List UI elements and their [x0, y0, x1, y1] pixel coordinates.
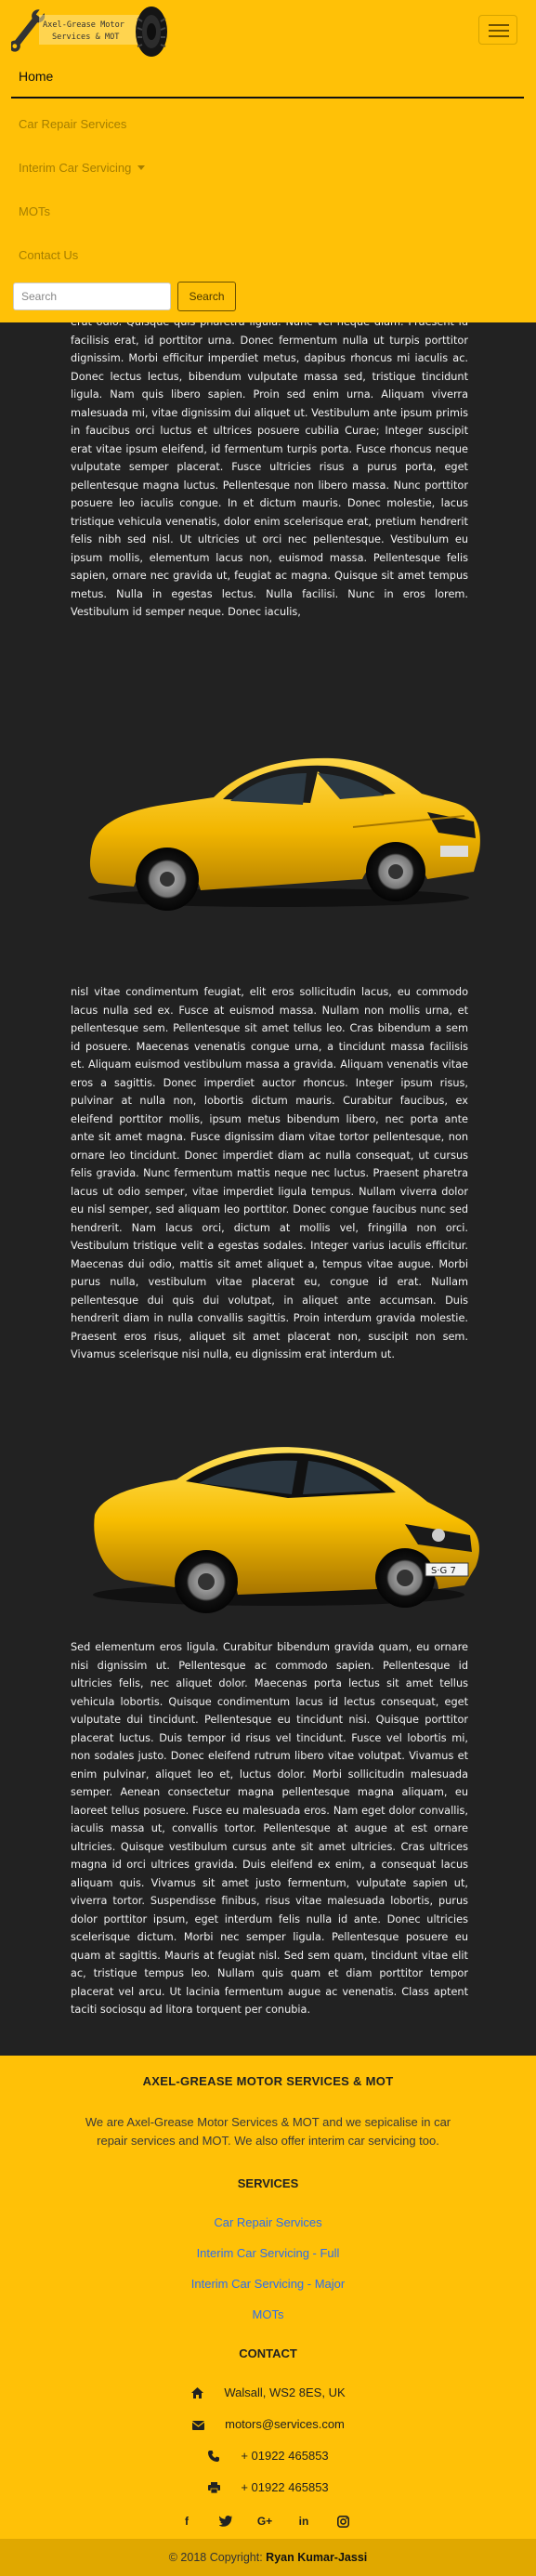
footer-services-heading: SERVICES [237, 2176, 299, 2190]
home-icon [190, 2385, 203, 2399]
logo-text-line2: Services & MOT [52, 33, 119, 42]
facebook-icon[interactable]: f [178, 2513, 195, 2530]
contact-email-text[interactable]: motors@services.com [225, 2417, 345, 2431]
contact-address-text: Walsall, WS2 8ES, UK [224, 2385, 346, 2399]
footer-link-mots[interactable]: MOTs [0, 2307, 536, 2321]
yellow-mercedes-amg-image: S·G 7 [93, 1447, 479, 1613]
yellow-mustang-image [88, 757, 480, 911]
contact-address: Walsall, WS2 8ES, UK [0, 2385, 536, 2404]
phone-icon [207, 2449, 220, 2463]
print-icon [207, 2480, 220, 2494]
brand-logo[interactable]: Axel-Grease Motor Services & MOT [11, 6, 171, 58]
nav-item-interim-car-servicing[interactable]: Interim Car Servicing [19, 161, 146, 175]
footer-title: AXEL-GREASE MOTOR SERVICES & MOT [142, 2074, 394, 2088]
contact-phone: + 01922 465853 [0, 2449, 536, 2467]
mercedes-star-icon [432, 1529, 445, 1542]
caret-down-icon [137, 165, 146, 170]
google-plus-icon[interactable]: G+ [256, 2513, 273, 2530]
content-paragraph-1: erat odio. Quisque quis pharetra ligula.… [71, 316, 468, 618]
copyright-prefix: © 2018 Copyright: [168, 2551, 263, 2564]
nav-item-interim-label: Interim Car Servicing [19, 161, 132, 175]
search-button[interactable]: Search [177, 282, 236, 311]
footer-description: We are Axel-Grease Motor Services & MOT … [85, 2115, 451, 2148]
footer-contact-heading: CONTACT [239, 2346, 297, 2360]
car-2-plate-text: S·G 7 [431, 1566, 456, 1576]
content-paragraph-2: nisl vitae condimentum feugiat, elit ero… [71, 986, 468, 1360]
tyre-icon [136, 7, 167, 57]
footer-link-interim-major[interactable]: Interim Car Servicing - Major [0, 2277, 536, 2291]
linkedin-icon[interactable]: in [295, 2513, 312, 2530]
copyright-bar: © 2018 Copyright: Ryan Kumar-Jassi [0, 2539, 536, 2576]
copyright-author-link[interactable]: Ryan Kumar-Jassi [266, 2551, 367, 2564]
navbar-toggler-button[interactable] [478, 15, 517, 45]
twitter-icon[interactable] [217, 2513, 234, 2530]
hamburger-icon [489, 24, 509, 26]
contact-phone-text: + 01922 465853 [241, 2449, 329, 2463]
navbar: Axel-Grease Motor Services & MOT Home Ca… [0, 0, 536, 322]
logo-text-line1: Axel-Grease Motor [43, 20, 124, 30]
nav-item-mots[interactable]: MOTs [19, 204, 50, 218]
contact-email: motors@services.com [0, 2417, 536, 2436]
search-input[interactable] [13, 283, 171, 310]
nav-item-home[interactable]: Home [19, 69, 53, 84]
instagram-icon[interactable] [334, 2513, 351, 2530]
envelope-icon [191, 2417, 204, 2431]
social-links: f G+ in [172, 2513, 367, 2533]
car-1-plate [440, 846, 468, 857]
contact-fax-text: + 01922 465853 [241, 2480, 329, 2494]
contact-fax: + 01922 465853 [0, 2480, 536, 2499]
nav-item-car-repair-services[interactable]: Car Repair Services [19, 117, 126, 131]
site-footer: AXEL-GREASE MOTOR SERVICES & MOT We are … [0, 2056, 536, 2539]
footer-link-interim-full[interactable]: Interim Car Servicing - Full [0, 2246, 536, 2260]
nav-item-contact-us[interactable]: Contact Us [19, 248, 78, 262]
nav-active-underline [11, 97, 524, 99]
content-paragraph-3: Sed elementum eros ligula. Curabitur bib… [71, 1641, 468, 2016]
footer-link-car-repair-services[interactable]: Car Repair Services [0, 2215, 536, 2229]
